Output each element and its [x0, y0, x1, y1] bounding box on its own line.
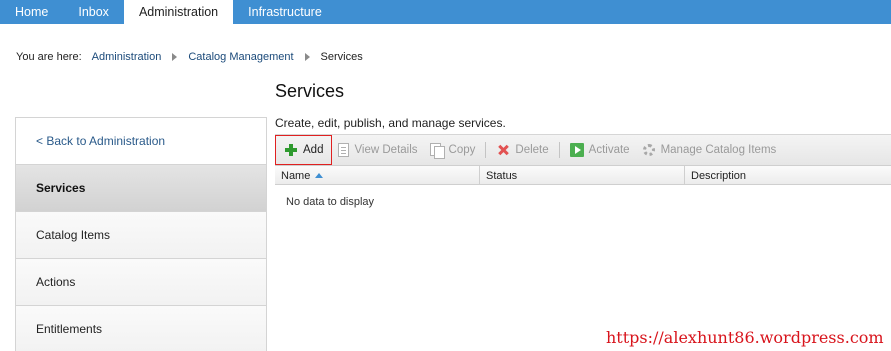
page-subtitle: Create, edit, publish, and manage servic…: [275, 116, 506, 130]
column-header-name[interactable]: Name: [275, 166, 480, 185]
view-details-label: View Details: [354, 144, 418, 156]
manage-catalog-items-button[interactable]: Manage Catalog Items: [636, 137, 783, 163]
manage-catalog-items-label: Manage Catalog Items: [660, 144, 777, 156]
sidebar-item-catalog-items[interactable]: Catalog Items: [16, 212, 266, 259]
tab-infrastructure[interactable]: Infrastructure: [233, 0, 337, 24]
sidebar-item-services[interactable]: Services: [16, 165, 266, 212]
toolbar-divider: [558, 142, 560, 158]
sidebar: < Back to Administration Services Catalo…: [15, 117, 267, 351]
gear-icon: [642, 143, 656, 157]
breadcrumb-current: Services: [320, 51, 363, 63]
breadcrumb-separator-icon: [304, 53, 310, 61]
column-header-name-label: Name: [281, 169, 311, 182]
breadcrumb-prefix: You are here:: [16, 51, 82, 63]
add-button-label: Add: [303, 144, 324, 156]
copy-label: Copy: [448, 144, 476, 156]
tab-administration[interactable]: Administration: [123, 0, 234, 24]
column-header-status-label: Status: [486, 169, 518, 182]
sidebar-back-link[interactable]: < Back to Administration: [16, 118, 266, 165]
tab-inbox[interactable]: Inbox: [63, 0, 124, 24]
column-header-description-label: Description: [691, 169, 747, 182]
activate-label: Activate: [588, 144, 630, 156]
top-nav-bar: Home Inbox Administration Infrastructure: [0, 0, 891, 24]
breadcrumb: You are here: Administration Catalog Man…: [16, 51, 363, 63]
watermark-text: https://alexhunt86.wordpress.com: [606, 328, 884, 347]
toolbar-divider: [485, 142, 487, 158]
breadcrumb-link-catalog-management[interactable]: Catalog Management: [188, 51, 293, 63]
tab-home[interactable]: Home: [0, 0, 63, 24]
copy-icon: [429, 143, 445, 159]
activate-button[interactable]: Activate: [564, 137, 636, 163]
copy-button[interactable]: Copy: [424, 137, 482, 163]
sidebar-item-entitlements[interactable]: Entitlements: [16, 306, 266, 351]
delete-x-icon: [496, 143, 510, 157]
column-header-status[interactable]: Status: [480, 166, 685, 185]
add-button[interactable]: Add: [275, 135, 333, 165]
document-icon: [338, 143, 350, 157]
breadcrumb-separator-icon: [172, 53, 178, 61]
delete-button[interactable]: Delete: [490, 137, 554, 163]
delete-label: Delete: [515, 144, 549, 156]
grid-header: Name Status Description: [275, 166, 891, 185]
toolbar: Add View Details Copy Delete Activate Ma…: [275, 134, 891, 166]
view-details-button[interactable]: View Details: [332, 137, 423, 163]
column-header-description[interactable]: Description: [685, 166, 891, 185]
plus-icon: [284, 143, 298, 157]
empty-grid-message: No data to display: [286, 196, 375, 208]
sidebar-item-actions[interactable]: Actions: [16, 259, 266, 306]
page-title: Services: [275, 81, 345, 101]
play-icon: [569, 143, 584, 157]
sort-ascending-icon: [315, 173, 324, 178]
breadcrumb-link-administration[interactable]: Administration: [92, 51, 162, 63]
